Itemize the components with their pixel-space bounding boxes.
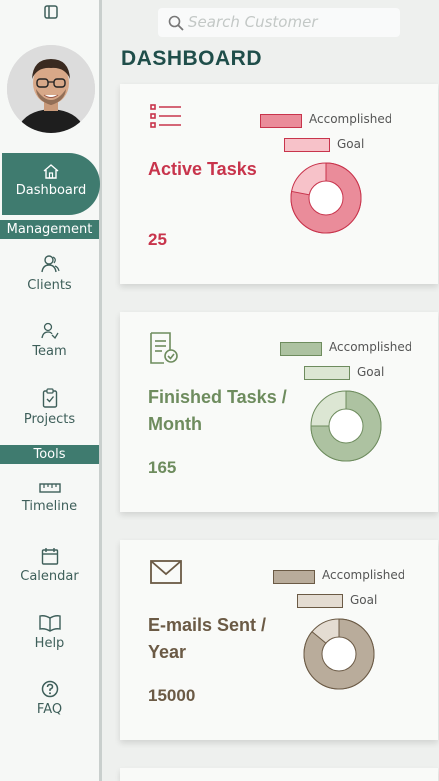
users-icon — [40, 255, 60, 273]
legend-label-accomplished: Accomplished — [329, 340, 411, 354]
card-label: Finished Tasks / Month — [148, 387, 287, 434]
list-icon — [150, 104, 182, 134]
card-emails-sent: E-mails Sent / Year 15000 Accomplished G… — [120, 540, 438, 740]
section-tools: Tools — [0, 445, 99, 464]
ruler-icon — [38, 483, 61, 493]
sidebar-item-label: Team — [32, 344, 67, 359]
card-active-tasks: Active Tasks 25 Accomplished Goal — [120, 84, 438, 284]
calendar-icon — [41, 548, 58, 565]
document-check-icon — [150, 332, 178, 368]
search-input[interactable]: Search Customer — [158, 8, 400, 37]
sidebar-item-dashboard[interactable]: Dashboard — [2, 153, 100, 215]
legend-swatch-accomplished — [280, 342, 322, 356]
legend-swatch-accomplished — [260, 114, 302, 128]
card-label: Active Tasks — [148, 159, 257, 179]
card-value: 165 — [148, 458, 177, 477]
sidebar-item-label: FAQ — [36, 702, 63, 717]
search-placeholder: Search Customer — [188, 13, 318, 31]
legend-label-accomplished: Accomplished — [322, 568, 404, 582]
legend-label-goal: Goal — [350, 593, 378, 607]
donut-chart — [310, 390, 382, 462]
card-finished-tasks: Finished Tasks / Month 165 Accomplished … — [120, 312, 438, 512]
clipboard-icon — [42, 388, 57, 408]
avatar[interactable] — [7, 45, 95, 133]
sidebar-item-label: Dashboard — [15, 183, 87, 198]
sidebar-item-label: Help — [34, 636, 65, 651]
card-partial — [120, 768, 438, 781]
search-icon — [168, 15, 184, 31]
card-value: 15000 — [148, 686, 196, 705]
legend-label-goal: Goal — [337, 137, 365, 151]
card-value: 25 — [148, 230, 167, 249]
legend-swatch-goal — [284, 138, 330, 152]
legend-label-goal: Goal — [357, 365, 385, 379]
sidebar-toggle-icon[interactable] — [44, 4, 58, 19]
legend-label-accomplished: Accomplished — [309, 112, 391, 126]
legend-swatch-goal — [297, 594, 343, 608]
team-icon — [40, 322, 59, 340]
card-label: E-mails Sent / Year — [148, 615, 267, 662]
page-title: DASHBOARD — [121, 47, 262, 70]
section-management: Management — [0, 220, 99, 239]
sidebar-item-projects[interactable]: Projects — [0, 388, 99, 427]
donut-chart — [303, 618, 375, 690]
sidebar-item-faq[interactable]: FAQ — [0, 680, 99, 717]
sidebar-item-calendar[interactable]: Calendar — [0, 547, 99, 584]
sidebar-item-help[interactable]: Help — [0, 614, 99, 651]
home-icon — [43, 164, 59, 179]
donut-chart — [290, 162, 362, 234]
sidebar-item-label: Clients — [27, 278, 72, 293]
sidebar-item-label: Timeline — [21, 499, 78, 514]
sidebar-item-timeline[interactable]: Timeline — [0, 481, 99, 514]
sidebar-item-label: Calendar — [20, 569, 79, 584]
question-icon — [41, 680, 58, 698]
legend-swatch-accomplished — [273, 570, 315, 584]
sidebar-item-clients[interactable]: Clients — [0, 254, 99, 293]
book-icon — [38, 615, 61, 632]
sidebar: Dashboard Management Clients Team Projec… — [0, 0, 102, 781]
mail-icon — [150, 560, 182, 588]
sidebar-item-label: Projects — [23, 412, 76, 427]
legend-swatch-goal — [304, 366, 350, 380]
sidebar-item-team[interactable]: Team — [0, 322, 99, 359]
